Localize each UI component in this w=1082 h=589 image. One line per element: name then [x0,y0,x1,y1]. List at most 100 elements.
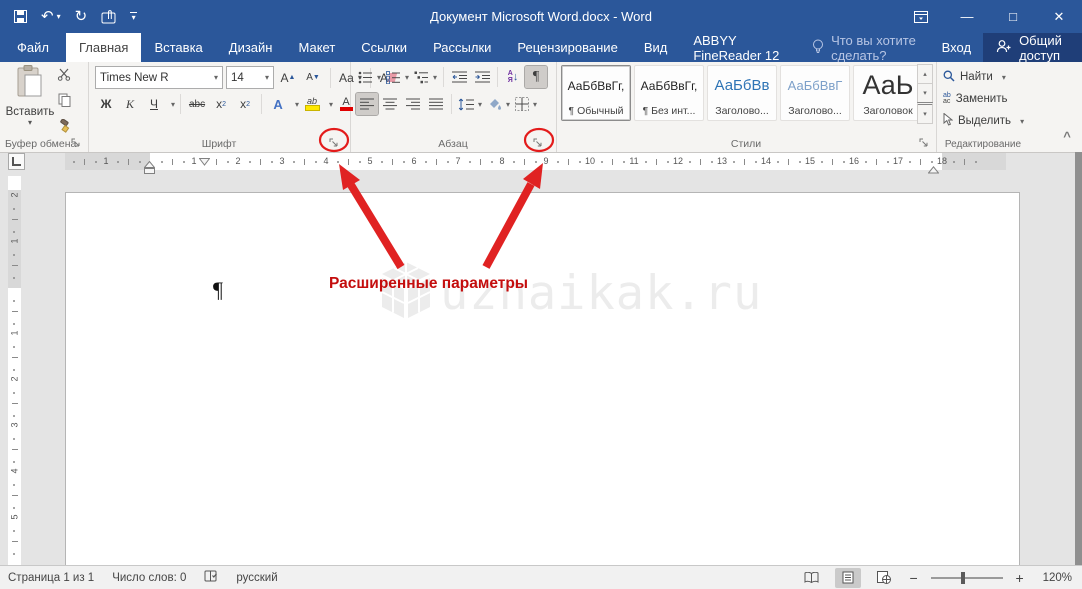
style-normal[interactable]: АаБбВвГг, ¶ Обычный [561,65,631,121]
tab-design[interactable]: Дизайн [216,33,286,62]
language-indicator[interactable]: русский [236,572,277,584]
paste-button[interactable]: Вставить ▾ [7,65,53,143]
replace-button[interactable]: abac Заменить [943,89,1007,109]
tab-layout[interactable]: Макет [285,33,348,62]
web-layout-button[interactable] [871,568,897,588]
first-line-indent-marker[interactable] [199,153,210,171]
style-title[interactable]: АаЬ Заголовок [853,65,923,121]
styles-scroll-down-icon[interactable]: ▾ [917,83,933,103]
highlight-button[interactable]: ab [301,93,323,115]
group-styles: АаБбВвГг, ¶ Обычный АаБбВвГг, ¶ Без инт.… [556,62,937,152]
ribbon-display-options-icon[interactable] [898,0,944,33]
print-layout-button[interactable] [835,568,861,588]
tab-abbyy-finereader[interactable]: ABBYY FineReader 12 [680,33,794,62]
multilevel-list-button[interactable]: ▾ [412,66,439,88]
superscript-button[interactable]: x2 [234,93,256,115]
text-effects-button[interactable]: А [267,93,289,115]
select-button[interactable]: Выделить▾ [943,111,1024,131]
sign-in-button[interactable]: Вход [930,33,983,62]
paste-label: Вставить [6,106,55,118]
close-button[interactable]: ✕ [1036,0,1082,33]
tab-home[interactable]: Главная [66,33,141,62]
zoom-out-button[interactable]: − [907,570,921,586]
tab-file[interactable]: Файл [0,33,66,62]
increase-indent-button[interactable] [471,66,493,88]
select-pointer-icon [943,113,953,129]
font-name-combo[interactable]: Times New R▾ [95,66,223,89]
right-indent-marker[interactable] [928,161,939,179]
watermark: uznaikak.ru [378,260,762,327]
style-heading1[interactable]: АаБбВв Заголово... [707,65,777,121]
numbering-button[interactable]: ▾ [384,66,411,88]
clipboard-dialog-launcher[interactable] [70,137,82,149]
shading-button[interactable]: ▾ [485,93,512,115]
styles-scroll-up-icon[interactable]: ▴ [917,64,933,84]
vertical-scrollbar[interactable] [1075,152,1082,565]
replace-icon: abac [943,93,951,105]
bullets-button[interactable]: ▾ [356,66,383,88]
font-group-label: Шрифт [88,138,350,150]
watermark-cube-icon [378,260,434,327]
tab-view[interactable]: Вид [631,33,681,62]
tab-mailings[interactable]: Рассылки [420,33,504,62]
tab-review[interactable]: Рецензирование [504,33,630,62]
text-effects-caret-icon[interactable]: ▾ [295,100,299,109]
editing-group-label: Редактирование [936,139,1030,150]
zoom-level[interactable]: 120% [1043,572,1072,584]
decrease-indent-button[interactable] [448,66,470,88]
paste-clipboard-icon [16,65,44,102]
minimize-button[interactable]: — [944,0,990,33]
zoom-slider[interactable] [931,577,1003,579]
document-page[interactable] [65,192,1020,565]
tab-references[interactable]: Ссылки [348,33,420,62]
group-clipboard: Вставить ▾ Буфер обмена [0,62,89,152]
style-heading2[interactable]: АаБбВвГ Заголово... [780,65,850,121]
word-count[interactable]: Число слов: 0 [112,572,186,584]
tell-me-box[interactable]: Что вы хотите сделать? [802,33,930,62]
styles-gallery-more-icon[interactable]: ▾ [917,102,933,124]
underline-button[interactable]: Ч [143,93,165,115]
word-window: ↶ ▾ ↻ ▾ Документ Microsoft Word.docx - W… [0,0,1082,589]
subscript-button[interactable]: x2 [210,93,232,115]
justify-button[interactable] [425,93,447,115]
zoom-slider-thumb[interactable] [961,572,965,584]
collapse-ribbon-icon[interactable]: ^ [1058,132,1076,146]
ribbon-tab-row: Файл Главная Вставка Дизайн Макет Ссылки… [0,33,1082,62]
paragraph-dialog-launcher[interactable] [532,137,544,149]
font-size-combo[interactable]: 14▾ [226,66,274,89]
group-paragraph: ▾ ▾ ▾ АЯ ↓ ¶ ▾ ▾ ▾ [350,62,557,152]
align-right-button[interactable] [402,93,424,115]
read-mode-button[interactable] [799,568,825,588]
style-no-spacing[interactable]: АаБбВвГг, ¶ Без инт... [634,65,704,121]
hanging-indent-marker[interactable] [144,161,155,180]
italic-button[interactable]: К [119,93,141,115]
underline-caret-icon[interactable]: ▾ [171,100,175,109]
strikethrough-button[interactable]: abc [186,93,208,115]
font-dialog-launcher[interactable] [328,137,340,149]
sort-button[interactable]: АЯ ↓ [502,66,524,88]
proofing-icon[interactable] [204,570,218,586]
format-painter-icon[interactable] [57,119,71,138]
grow-font-button[interactable]: А▲ [277,67,299,89]
tab-insert[interactable]: Вставка [141,33,215,62]
align-center-button[interactable] [379,93,401,115]
highlight-caret-icon[interactable]: ▾ [329,100,333,109]
find-button[interactable]: Найти▾ [943,67,1006,87]
cut-icon[interactable] [57,68,71,86]
search-icon [943,70,955,85]
bold-button[interactable]: Ж [95,93,117,115]
vertical-ruler[interactable]: 2112345 [8,176,21,565]
maximize-button[interactable]: □ [990,0,1036,33]
line-spacing-button[interactable]: ▾ [456,93,484,115]
zoom-in-button[interactable]: + [1013,570,1027,586]
paragraph-group-label: Абзац [350,138,556,150]
share-button[interactable]: Общий доступ [983,33,1082,62]
align-left-button[interactable] [356,93,378,115]
borders-button[interactable]: ▾ [513,93,539,115]
tab-selector-button[interactable] [8,153,25,170]
copy-icon[interactable] [58,93,71,112]
page-indicator[interactable]: Страница 1 из 1 [8,572,94,584]
show-marks-button[interactable]: ¶ [525,66,547,88]
styles-dialog-launcher[interactable] [918,137,930,149]
shrink-font-button[interactable]: А▼ [302,67,324,89]
